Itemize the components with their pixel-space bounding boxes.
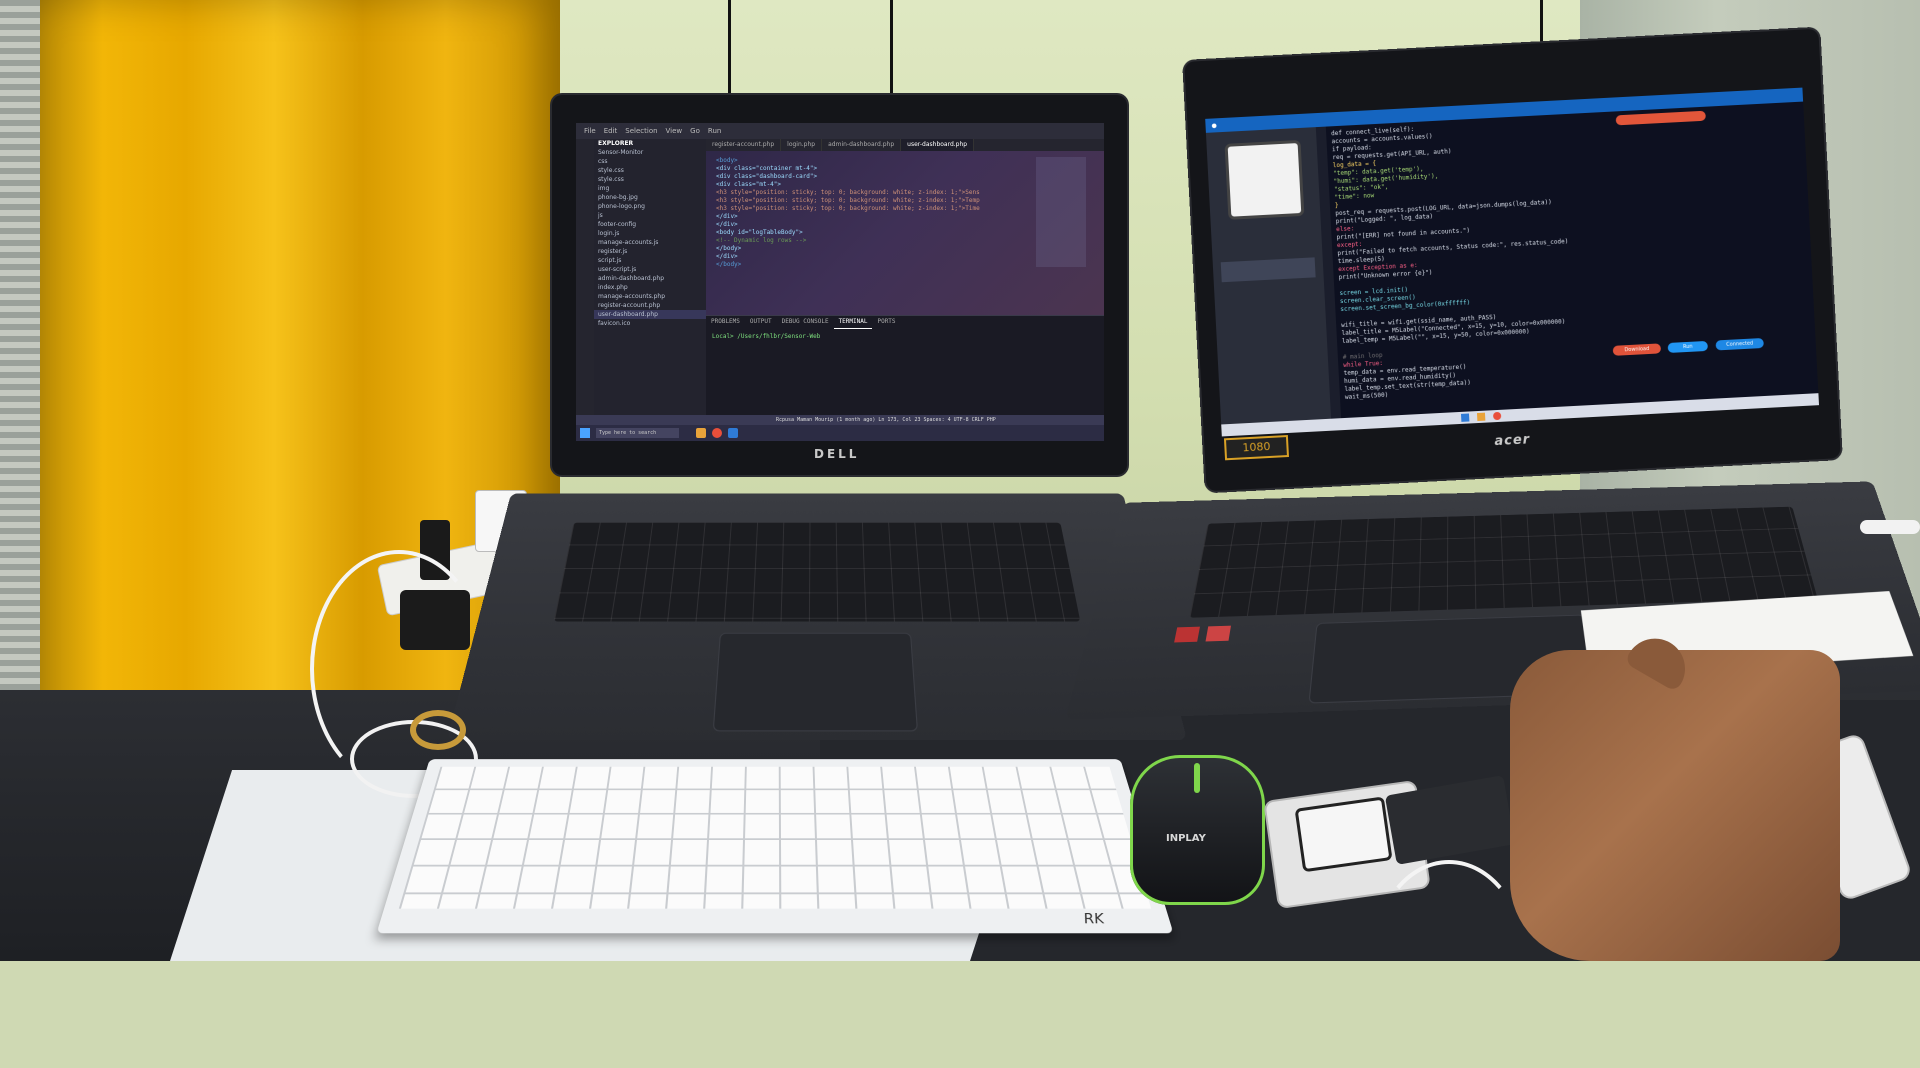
windows-start-icon[interactable] bbox=[580, 428, 590, 438]
terminal-tab[interactable]: PROBLEMS bbox=[706, 316, 745, 329]
file-item[interactable]: phone-bg.jpg bbox=[594, 193, 706, 202]
terminal-tab[interactable]: PORTS bbox=[872, 316, 900, 329]
status-bar: Rcpusa Maman Mourip (1 month ago) Ln 173… bbox=[576, 415, 1104, 425]
device-preview[interactable] bbox=[1225, 140, 1305, 220]
browser-icon[interactable] bbox=[1493, 412, 1501, 420]
file-item[interactable]: admin-dashboard.php bbox=[594, 274, 706, 283]
explorer-title: EXPLORER bbox=[594, 139, 706, 148]
file-item[interactable]: register.js bbox=[594, 247, 706, 256]
menu-file[interactable]: File bbox=[584, 127, 596, 135]
terminal-tab-active[interactable]: TERMINAL bbox=[834, 316, 873, 329]
editor-tabs: register-account.php login.php admin-das… bbox=[706, 139, 1104, 151]
ide-tab[interactable]: ● bbox=[1211, 122, 1217, 129]
file-item[interactable]: user-script.js bbox=[594, 265, 706, 274]
tab-admin-dashboard[interactable]: admin-dashboard.php bbox=[822, 139, 901, 151]
acer-laptop-lid: ● def connect_live(self): accounts = acc… bbox=[1184, 29, 1841, 492]
windows-taskbar: Type here to search bbox=[576, 425, 1104, 441]
terminal-tabs: PROBLEMS OUTPUT DEBUG CONSOLE TERMINAL P… bbox=[706, 316, 1104, 329]
display-sticker: 1080 bbox=[1224, 435, 1289, 460]
file-item[interactable]: Sensor-Monitor bbox=[594, 148, 706, 157]
terminal-tab[interactable]: OUTPUT bbox=[745, 316, 777, 329]
ide-widget[interactable] bbox=[1221, 257, 1316, 282]
file-item[interactable]: style.css bbox=[594, 175, 706, 184]
file-item[interactable]: manage-accounts.js bbox=[594, 238, 706, 247]
usb-cable-right bbox=[1860, 520, 1920, 534]
dell-laptop-lid: File Edit Selection View Go Run EXPLORER… bbox=[552, 95, 1127, 475]
vscode-icon[interactable] bbox=[728, 428, 738, 438]
dell-screen: File Edit Selection View Go Run EXPLORER… bbox=[576, 123, 1104, 441]
file-item[interactable]: manage-accounts.php bbox=[594, 292, 706, 301]
menu-go[interactable]: Go bbox=[690, 127, 700, 135]
activity-bar[interactable] bbox=[576, 139, 594, 425]
terminal-tab[interactable]: DEBUG CONSOLE bbox=[777, 316, 834, 329]
gaming-mouse[interactable]: INPLAY bbox=[1130, 755, 1265, 905]
dell-logo: DELL bbox=[814, 447, 859, 461]
menu-run[interactable]: Run bbox=[708, 127, 721, 135]
terminal-panel[interactable]: PROBLEMS OUTPUT DEBUG CONSOLE TERMINAL P… bbox=[706, 315, 1104, 426]
keyboard-brand: RK bbox=[1082, 912, 1106, 928]
dell-touchpad[interactable] bbox=[713, 633, 918, 732]
menu-selection[interactable]: Selection bbox=[625, 127, 657, 135]
tab-user-dashboard[interactable]: user-dashboard.php bbox=[901, 139, 974, 151]
mouse-scroll-wheel[interactable] bbox=[1194, 763, 1200, 793]
device-screen bbox=[1295, 796, 1393, 872]
mouse-brand: INPLAY bbox=[1166, 833, 1206, 844]
browser-icon[interactable] bbox=[712, 428, 722, 438]
explorer-panel: EXPLORER Sensor-Monitor css style.css st… bbox=[594, 139, 706, 425]
folder-icon[interactable] bbox=[1477, 413, 1485, 421]
file-item[interactable]: footer-config bbox=[594, 220, 706, 229]
menu-edit[interactable]: Edit bbox=[604, 127, 618, 135]
ide-device-panel bbox=[1206, 127, 1331, 424]
file-item[interactable]: register-account.php bbox=[594, 301, 706, 310]
file-item[interactable]: login.js bbox=[594, 229, 706, 238]
windows-start-icon[interactable] bbox=[1461, 413, 1469, 421]
file-item[interactable]: script.js bbox=[594, 256, 706, 265]
amd-sticker bbox=[1174, 627, 1200, 643]
wall-cable bbox=[728, 0, 731, 95]
file-item[interactable]: css bbox=[594, 157, 706, 166]
tab-register-account[interactable]: register-account.php bbox=[706, 139, 781, 151]
radeon-sticker bbox=[1206, 626, 1231, 642]
file-item[interactable]: js bbox=[594, 211, 706, 220]
menu-view[interactable]: View bbox=[666, 127, 683, 135]
file-item[interactable]: phone-logo.png bbox=[594, 202, 706, 211]
wall-cable bbox=[890, 0, 893, 95]
file-item[interactable]: favicon.ico bbox=[594, 319, 706, 328]
device-cable bbox=[1370, 860, 1528, 1068]
minimap[interactable] bbox=[1036, 157, 1086, 267]
mechanical-keycaps[interactable] bbox=[399, 767, 1151, 909]
mechanical-keyboard[interactable]: RK bbox=[377, 759, 1174, 933]
tab-login[interactable]: login.php bbox=[781, 139, 822, 151]
ide-code-editor[interactable]: def connect_live(self): accounts = accou… bbox=[1331, 110, 1725, 410]
folder-icon[interactable] bbox=[696, 428, 706, 438]
acer-logo: acer bbox=[1494, 432, 1530, 449]
acer-screen: ● def connect_live(self): accounts = acc… bbox=[1205, 88, 1819, 437]
file-item-active[interactable]: user-dashboard.php bbox=[594, 310, 706, 319]
taskbar-search[interactable]: Type here to search bbox=[596, 428, 679, 438]
connected-button[interactable]: Connected bbox=[1715, 338, 1763, 350]
run-button[interactable]: Run bbox=[1668, 341, 1708, 353]
status-text: Rcpusa Maman Mourip (1 month ago) Ln 173… bbox=[576, 415, 1104, 425]
vscode-titlebar: File Edit Selection View Go Run bbox=[576, 123, 1104, 139]
terminal-prompt: Local> /Users/fhlbr/Sensor-Web bbox=[706, 329, 1104, 345]
hand bbox=[1510, 650, 1840, 961]
file-item[interactable]: img bbox=[594, 184, 706, 193]
file-item[interactable]: index.php bbox=[594, 283, 706, 292]
dell-keyboard[interactable] bbox=[554, 523, 1081, 622]
file-item[interactable]: style.css bbox=[594, 166, 706, 175]
wristwatch bbox=[410, 710, 466, 750]
